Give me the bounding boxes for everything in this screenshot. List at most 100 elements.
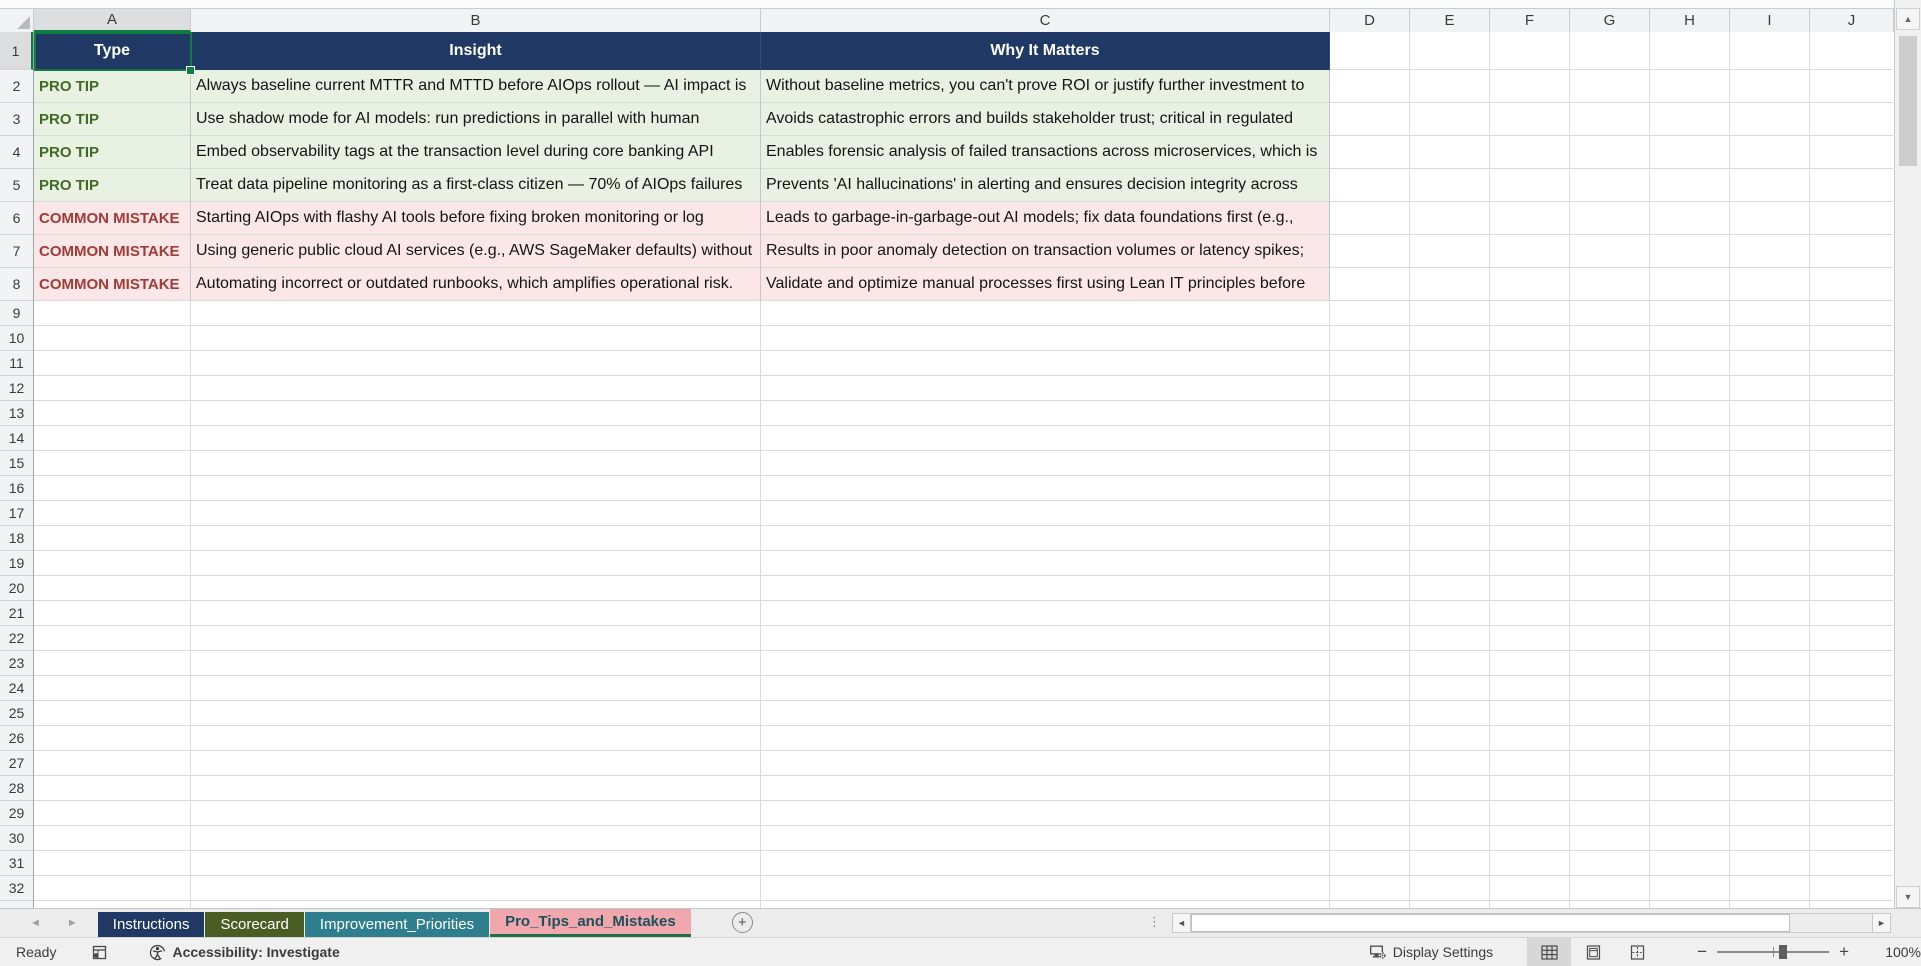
row-header-4[interactable]: 4 — [0, 136, 33, 169]
row-header-23[interactable]: 23 — [0, 651, 33, 676]
cell-type[interactable]: COMMON MISTAKE — [34, 235, 191, 268]
row-header-16[interactable]: 16 — [0, 476, 33, 501]
vertical-scroll-thumb[interactable] — [1899, 36, 1917, 166]
sheet-tab-Scorecard[interactable]: Scorecard — [205, 912, 304, 937]
cell-why[interactable]: Leads to garbage-in-garbage-out AI model… — [761, 202, 1330, 235]
table-header-cell[interactable]: Type — [34, 32, 191, 70]
zoom-level[interactable]: 100% — [1869, 944, 1921, 960]
macro-record-icon[interactable] — [92, 945, 107, 960]
column-header-E[interactable]: E — [1410, 8, 1490, 32]
column-header-B[interactable]: B — [191, 8, 761, 32]
column-header-C[interactable]: C — [761, 8, 1330, 32]
column-header-J[interactable]: J — [1810, 8, 1894, 32]
row-header-31[interactable]: 31 — [0, 851, 33, 876]
cell-type[interactable]: PRO TIP — [34, 136, 191, 169]
row-header-7[interactable]: 7 — [0, 235, 33, 268]
row-header-9[interactable]: 9 — [0, 301, 33, 326]
sheet-tab-Pro_Tips_and_Mistakes[interactable]: Pro_Tips_and_Mistakes — [490, 909, 691, 937]
vertical-scrollbar[interactable]: ▲ ▼ — [1894, 0, 1921, 908]
horizontal-scroll-track[interactable] — [1191, 913, 1872, 933]
sheet-tab-Improvement_Priorities[interactable]: Improvement_Priorities — [304, 912, 490, 937]
cell-why[interactable]: Prevents 'AI hallucinations' in alerting… — [761, 169, 1330, 202]
cell-why[interactable]: Avoids catastrophic errors and builds st… — [761, 103, 1330, 136]
row-header-29[interactable]: 29 — [0, 801, 33, 826]
row-header-1[interactable]: 1 — [0, 32, 33, 70]
cell-type[interactable]: PRO TIP — [34, 70, 191, 103]
select-all-corner[interactable] — [0, 8, 34, 32]
row-header-5[interactable]: 5 — [0, 169, 33, 202]
cell-type[interactable]: COMMON MISTAKE — [34, 268, 191, 301]
cell-insight[interactable]: Treat data pipeline monitoring as a firs… — [191, 169, 761, 202]
scroll-left-icon[interactable]: ◄ — [1172, 913, 1191, 933]
display-settings-button[interactable]: Display Settings — [1369, 944, 1493, 960]
row-header-20[interactable]: 20 — [0, 576, 33, 601]
cell-why[interactable]: Without baseline metrics, you can't prov… — [761, 70, 1330, 103]
row-header-11[interactable]: 11 — [0, 351, 33, 376]
row-header-14[interactable]: 14 — [0, 426, 33, 451]
new-sheet-button[interactable]: + — [731, 912, 753, 933]
row-header-12[interactable]: 12 — [0, 376, 33, 401]
cell-insight[interactable]: Embed observability tags at the transact… — [191, 136, 761, 169]
row-header-27[interactable]: 27 — [0, 751, 33, 776]
select-all-triangle-icon — [17, 16, 30, 29]
row-header-25[interactable]: 25 — [0, 701, 33, 726]
scroll-right-icon[interactable]: ► — [1872, 913, 1891, 933]
cell-why[interactable]: Validate and optimize manual processes f… — [761, 268, 1330, 301]
column-header-D[interactable]: D — [1330, 8, 1410, 32]
scroll-up-icon[interactable]: ▲ — [1896, 8, 1920, 30]
cell-type[interactable]: PRO TIP — [34, 103, 191, 136]
cell-insight[interactable]: Automating incorrect or outdated runbook… — [191, 268, 761, 301]
row-header-10[interactable]: 10 — [0, 326, 33, 351]
column-header-I[interactable]: I — [1730, 8, 1810, 32]
horizontal-scrollbar[interactable]: ◄ ► — [1172, 913, 1891, 933]
table-header-cell[interactable]: Insight — [191, 32, 761, 70]
row-header-17[interactable]: 17 — [0, 501, 33, 526]
zoom-slider[interactable] — [1717, 945, 1830, 959]
tab-scroll-right-icon[interactable]: ► — [67, 917, 78, 929]
page-break-preview-button[interactable] — [1615, 938, 1659, 966]
row-header-32[interactable]: 32 — [0, 876, 33, 901]
row-header-8[interactable]: 8 — [0, 268, 33, 301]
scroll-down-icon[interactable]: ▼ — [1896, 886, 1920, 908]
row-header-22[interactable]: 22 — [0, 626, 33, 651]
row-header-21[interactable]: 21 — [0, 601, 33, 626]
gridline — [34, 550, 1893, 551]
zoom-in-button[interactable]: + — [1829, 942, 1859, 962]
cell-why[interactable]: Enables forensic analysis of failed tran… — [761, 136, 1330, 169]
zoom-out-button[interactable]: − — [1687, 942, 1717, 962]
accessibility-status[interactable]: Accessibility: Investigate — [149, 944, 340, 961]
normal-view-button[interactable] — [1527, 938, 1572, 966]
cell-why[interactable]: Results in poor anomaly detection on tra… — [761, 235, 1330, 268]
row-header-15[interactable]: 15 — [0, 451, 33, 476]
row-header-6[interactable]: 6 — [0, 202, 33, 235]
row-header-13[interactable]: 13 — [0, 401, 33, 426]
column-header-F[interactable]: F — [1490, 8, 1570, 32]
cell-insight[interactable]: Always baseline current MTTR and MTTD be… — [191, 70, 761, 103]
sheet-grid[interactable]: Type Insight Why It Matters PRO TIP Always b… — [34, 32, 1893, 908]
cell-type[interactable]: PRO TIP — [34, 169, 191, 202]
horizontal-scroll-thumb[interactable] — [1191, 914, 1791, 932]
row-header-18[interactable]: 18 — [0, 526, 33, 551]
tab-scroll-left-icon[interactable]: ◄ — [30, 917, 41, 929]
sheet-tab-Instructions[interactable]: Instructions — [97, 912, 205, 937]
cell-insight[interactable]: Starting AIOps with flashy AI tools befo… — [191, 202, 761, 235]
row-header-2[interactable]: 2 — [0, 70, 33, 103]
cell-type[interactable]: COMMON MISTAKE — [34, 202, 191, 235]
tab-splitter-icon[interactable]: ⋮ — [1148, 914, 1161, 930]
column-header-H[interactable]: H — [1650, 8, 1730, 32]
column-header-A[interactable]: A — [34, 8, 191, 32]
row-header-28[interactable]: 28 — [0, 776, 33, 801]
fill-handle[interactable] — [186, 66, 195, 75]
page-layout-view-button[interactable] — [1571, 938, 1615, 966]
column-header-label: A — [106, 11, 117, 28]
cell-insight[interactable]: Using generic public cloud AI services (… — [191, 235, 761, 268]
column-header-G[interactable]: G — [1570, 8, 1650, 32]
row-header-26[interactable]: 26 — [0, 726, 33, 751]
table-header-cell[interactable]: Why It Matters — [761, 32, 1330, 70]
cell-insight[interactable]: Use shadow mode for AI models: run predi… — [191, 103, 761, 136]
row-header-3[interactable]: 3 — [0, 103, 33, 136]
zoom-slider-thumb[interactable] — [1778, 945, 1787, 959]
row-header-30[interactable]: 30 — [0, 826, 33, 851]
row-header-24[interactable]: 24 — [0, 676, 33, 701]
row-header-19[interactable]: 19 — [0, 551, 33, 576]
